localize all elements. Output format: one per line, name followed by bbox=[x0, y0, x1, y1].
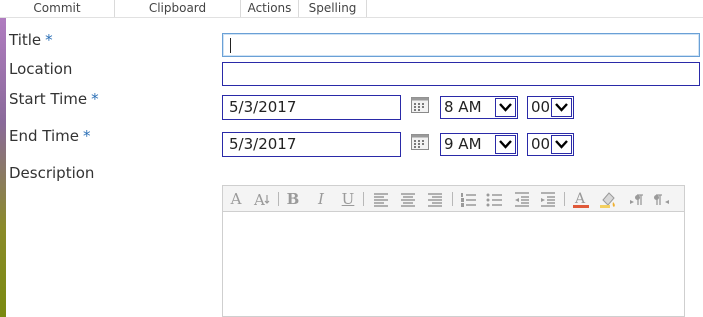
align-center-icon[interactable] bbox=[399, 190, 417, 208]
rich-text-toolbar: A A B I U A bbox=[222, 185, 685, 212]
chevron-down-icon[interactable] bbox=[551, 135, 572, 154]
font-size-decrease-icon[interactable]: A bbox=[253, 190, 271, 209]
location-label-text: Location bbox=[9, 60, 73, 78]
toolbar-separator bbox=[278, 192, 279, 206]
title-label: Title * bbox=[9, 31, 53, 49]
end-time-label: End Time * bbox=[9, 127, 90, 145]
ltr-icon[interactable] bbox=[627, 190, 645, 208]
required-marker: * bbox=[91, 90, 99, 108]
start-time-label-text: Start Time bbox=[9, 90, 88, 108]
text-caret bbox=[230, 38, 231, 53]
ribbon-group-commit: Commit bbox=[0, 0, 115, 17]
end-date-input[interactable]: 5/3/2017 bbox=[222, 132, 401, 157]
ribbon-group-spelling: Spelling bbox=[299, 0, 367, 17]
ribbon-group-actions: Actions bbox=[241, 0, 299, 17]
description-label-text: Description bbox=[9, 164, 95, 182]
toolbar-separator bbox=[363, 192, 364, 206]
end-hour-select[interactable]: 9 AM bbox=[440, 133, 518, 156]
numbered-list-icon[interactable] bbox=[459, 190, 477, 208]
start-hour-select[interactable]: 8 AM bbox=[440, 96, 518, 119]
font-size-increase-icon[interactable]: A bbox=[229, 190, 243, 208]
rtl-icon[interactable] bbox=[653, 190, 671, 208]
underline-icon[interactable]: U bbox=[341, 190, 355, 208]
start-hour-value: 8 AM bbox=[444, 98, 482, 116]
svg-text:A: A bbox=[253, 191, 265, 208]
start-minute-value: 00 bbox=[531, 98, 551, 116]
end-minute-value: 00 bbox=[531, 135, 551, 153]
calendar-icon[interactable] bbox=[411, 134, 429, 150]
description-editor[interactable] bbox=[222, 212, 685, 317]
end-time-label-text: End Time bbox=[9, 127, 79, 145]
description-label: Description bbox=[9, 164, 94, 182]
location-input[interactable] bbox=[222, 62, 700, 86]
required-marker: * bbox=[45, 31, 53, 49]
toolbar-separator bbox=[564, 192, 565, 206]
increase-indent-icon[interactable] bbox=[539, 190, 557, 208]
text-color-icon[interactable]: A bbox=[572, 190, 590, 208]
location-label: Location bbox=[9, 60, 72, 78]
highlight-color-icon[interactable] bbox=[599, 190, 619, 208]
title-input[interactable] bbox=[222, 33, 700, 57]
start-time-label: Start Time * bbox=[9, 90, 99, 108]
bulleted-list-icon[interactable] bbox=[485, 190, 503, 208]
end-minute-select[interactable]: 00 bbox=[527, 133, 574, 156]
align-right-icon[interactable] bbox=[426, 190, 444, 208]
title-label-text: Title bbox=[9, 31, 42, 49]
align-left-icon[interactable] bbox=[372, 190, 390, 208]
required-marker: * bbox=[82, 127, 91, 145]
calendar-icon[interactable] bbox=[411, 97, 429, 113]
chevron-down-icon[interactable] bbox=[495, 135, 516, 154]
bold-icon[interactable]: B bbox=[286, 190, 300, 208]
start-date-input[interactable]: 5/3/2017 bbox=[222, 95, 401, 120]
start-minute-select[interactable]: 00 bbox=[527, 96, 574, 119]
chevron-down-icon[interactable] bbox=[495, 98, 516, 117]
ribbon-group-labels: Commit Clipboard Actions Spelling bbox=[0, 0, 703, 18]
end-hour-value: 9 AM bbox=[444, 135, 482, 153]
decrease-indent-icon[interactable] bbox=[513, 190, 531, 208]
left-accent-bar bbox=[0, 18, 6, 317]
toolbar-separator bbox=[452, 192, 453, 206]
italic-icon[interactable]: I bbox=[314, 190, 328, 208]
ribbon-group-clipboard: Clipboard bbox=[115, 0, 241, 17]
chevron-down-icon[interactable] bbox=[551, 98, 572, 117]
svg-text:A: A bbox=[574, 191, 586, 207]
